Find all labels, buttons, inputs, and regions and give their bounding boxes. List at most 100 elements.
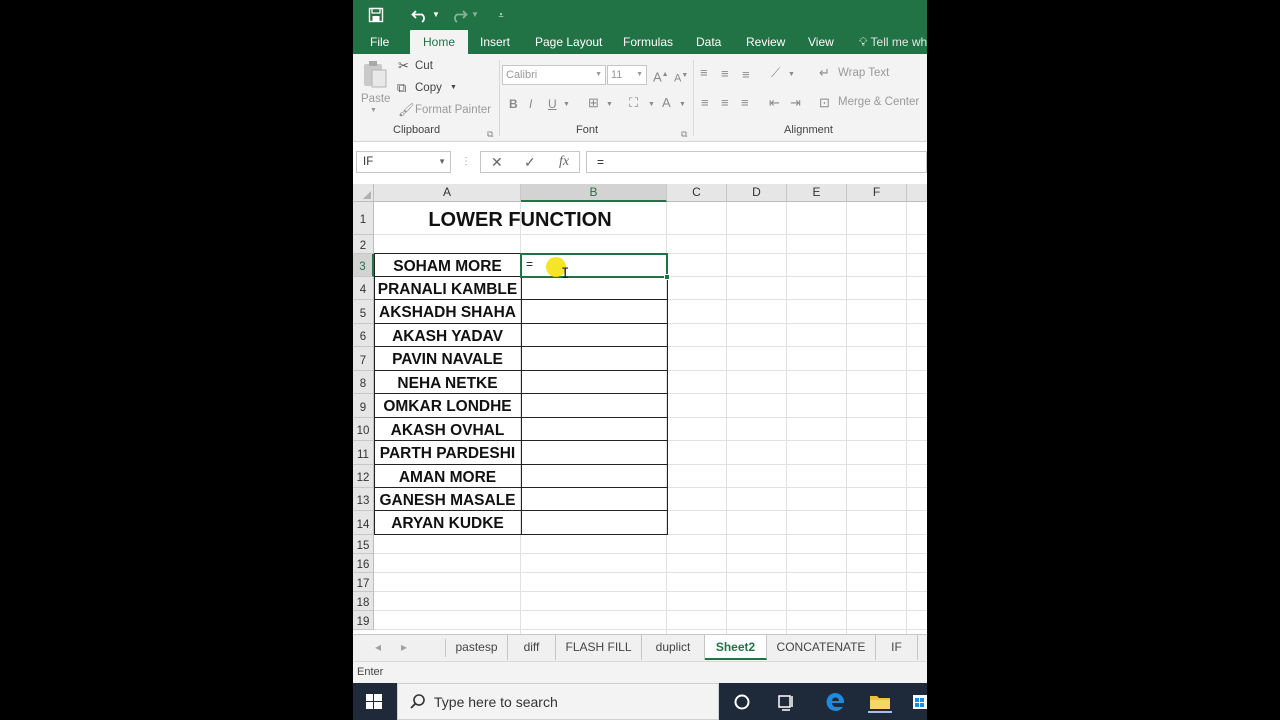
row-header[interactable]: 2 — [353, 235, 374, 254]
row-header[interactable]: 14 — [353, 511, 374, 535]
fill-color-dropdown-icon[interactable]: ▼ — [648, 97, 655, 113]
orientation-dropdown-icon[interactable]: ▼ — [788, 67, 795, 83]
sheet-tab-concatenate[interactable]: CONCATENATE — [767, 635, 876, 660]
row-header[interactable]: 17 — [353, 573, 374, 592]
cut-button[interactable]: Cut — [415, 60, 433, 72]
copy-dropdown-icon[interactable]: ▼ — [450, 84, 457, 91]
row-header[interactable]: 12 — [353, 465, 374, 488]
insert-function-icon[interactable]: fx — [559, 154, 569, 170]
tab-view[interactable]: View — [808, 30, 834, 54]
font-color-icon[interactable]: A — [662, 95, 671, 111]
undo-icon[interactable] — [407, 4, 433, 26]
align-right-icon[interactable]: ≡ — [741, 95, 749, 111]
cortana-icon[interactable] — [731, 691, 753, 713]
underline-dropdown-icon[interactable]: ▼ — [563, 97, 570, 113]
font-launcher-icon[interactable]: ⧉ — [681, 126, 687, 142]
row-header[interactable]: 9 — [353, 394, 374, 418]
tab-formulas[interactable]: Formulas — [623, 30, 673, 54]
active-cell-b3[interactable]: = — [520, 253, 670, 280]
prev-sheet-icon[interactable]: ◂ — [375, 640, 381, 654]
row-header[interactable]: 1 — [353, 202, 374, 235]
italic-button[interactable]: I — [529, 96, 532, 112]
align-bottom-icon[interactable]: ≡ — [742, 67, 750, 83]
save-icon[interactable] — [367, 4, 385, 26]
store-icon[interactable] — [909, 691, 927, 713]
redo-icon[interactable] — [449, 4, 469, 26]
borders-dropdown-icon[interactable]: ▼ — [606, 97, 613, 113]
sheet-tab-diff[interactable]: diff — [508, 635, 556, 660]
row-header[interactable]: 11 — [353, 441, 374, 465]
tab-page-layout[interactable]: Page Layout — [535, 30, 602, 54]
increase-indent-icon[interactable]: ⇥ — [790, 95, 801, 111]
column-header-e[interactable]: E — [787, 184, 847, 202]
taskbar-search-box[interactable]: Type here to search — [397, 683, 719, 720]
edge-browser-icon[interactable] — [824, 691, 846, 713]
tab-data[interactable]: Data — [696, 30, 721, 54]
name-box-dropdown-icon[interactable]: ▼ — [438, 152, 446, 172]
row-header[interactable]: 3 — [353, 254, 374, 277]
borders-icon[interactable]: ⊞ — [588, 95, 599, 111]
row-header[interactable]: 19 — [353, 611, 374, 630]
font-size-box[interactable]: 11 ▼ — [607, 65, 647, 85]
bold-button[interactable]: B — [509, 96, 518, 112]
row-header[interactable]: 8 — [353, 371, 374, 394]
sheet-tab-if[interactable]: IF — [876, 635, 918, 660]
format-painter-button[interactable]: Format Painter — [415, 104, 491, 116]
row-header[interactable]: 7 — [353, 347, 374, 371]
redo-dropdown-icon[interactable]: ▼ — [470, 4, 480, 26]
row-header[interactable]: 5 — [353, 300, 374, 324]
fill-handle[interactable] — [664, 274, 670, 280]
sheet-tab-pastesp[interactable]: pastesp — [446, 635, 508, 660]
windows-start-icon[interactable] — [353, 683, 395, 720]
column-header-f[interactable]: F — [847, 184, 907, 202]
tell-me-box[interactable]: 💡︎ Tell me wh — [859, 30, 927, 54]
align-top-icon[interactable]: ≡ — [700, 65, 708, 81]
row-header[interactable]: 6 — [353, 324, 374, 347]
tab-insert[interactable]: Insert — [480, 30, 510, 54]
merge-center-button[interactable]: Merge & Center — [838, 96, 919, 108]
paste-button[interactable]: Paste — [361, 93, 390, 105]
clipboard-launcher-icon[interactable]: ⧉ — [487, 126, 493, 142]
column-header-c[interactable]: C — [667, 184, 727, 202]
row-header[interactable]: 16 — [353, 554, 374, 573]
row-header[interactable]: 10 — [353, 418, 374, 441]
customize-qat-icon[interactable]: ⩡ — [495, 4, 507, 26]
paste-dropdown-icon[interactable]: ▼ — [370, 107, 377, 114]
row-header[interactable]: 15 — [353, 535, 374, 554]
font-color-dropdown-icon[interactable]: ▼ — [679, 97, 686, 113]
sheet-tab-duplict[interactable]: duplict — [642, 635, 705, 660]
row-header[interactable]: 4 — [353, 277, 374, 300]
decrease-indent-icon[interactable]: ⇤ — [769, 95, 780, 111]
next-sheet-icon[interactable]: ▸ — [401, 640, 407, 654]
cancel-entry-icon[interactable]: ✕ — [491, 154, 503, 170]
sheet-tab-flash-fill[interactable]: FLASH FILL — [556, 635, 642, 660]
task-view-icon[interactable] — [775, 691, 797, 713]
sheet-title[interactable]: LOWER FUNCTION — [374, 202, 666, 235]
wrap-text-button[interactable]: Wrap Text — [838, 67, 889, 79]
tab-review[interactable]: Review — [746, 30, 785, 54]
paste-icon[interactable] — [362, 60, 388, 95]
font-name-box[interactable]: Calibri ▼ — [502, 65, 606, 85]
name-box[interactable]: IF ▼ — [356, 151, 451, 173]
copy-button[interactable]: Copy — [415, 82, 442, 94]
formula-input[interactable]: = — [586, 151, 927, 173]
align-center-icon[interactable]: ≡ — [721, 95, 729, 111]
tab-home[interactable]: Home — [410, 30, 468, 54]
underline-button[interactable]: U — [548, 96, 557, 112]
column-header-b[interactable]: B — [521, 184, 667, 202]
column-header-d[interactable]: D — [727, 184, 787, 202]
orientation-icon[interactable]: ⟋ — [771, 65, 780, 81]
tab-file[interactable]: File — [370, 30, 389, 54]
file-explorer-icon[interactable] — [868, 691, 894, 713]
row-header[interactable]: 13 — [353, 488, 374, 511]
undo-dropdown-icon[interactable]: ▼ — [431, 4, 441, 26]
sheet-tab-sheet2[interactable]: Sheet2 — [705, 635, 767, 660]
row-header[interactable]: 18 — [353, 592, 374, 611]
column-header-a[interactable]: A — [374, 184, 521, 202]
font-name-dropdown-icon[interactable]: ▼ — [595, 66, 602, 84]
align-left-icon[interactable]: ≡ — [701, 95, 709, 111]
decrease-font-icon[interactable]: A▼ — [674, 68, 688, 87]
font-size-dropdown-icon[interactable]: ▼ — [636, 66, 643, 84]
confirm-entry-icon[interactable]: ✓ — [524, 154, 536, 170]
select-all-corner[interactable] — [353, 184, 374, 202]
